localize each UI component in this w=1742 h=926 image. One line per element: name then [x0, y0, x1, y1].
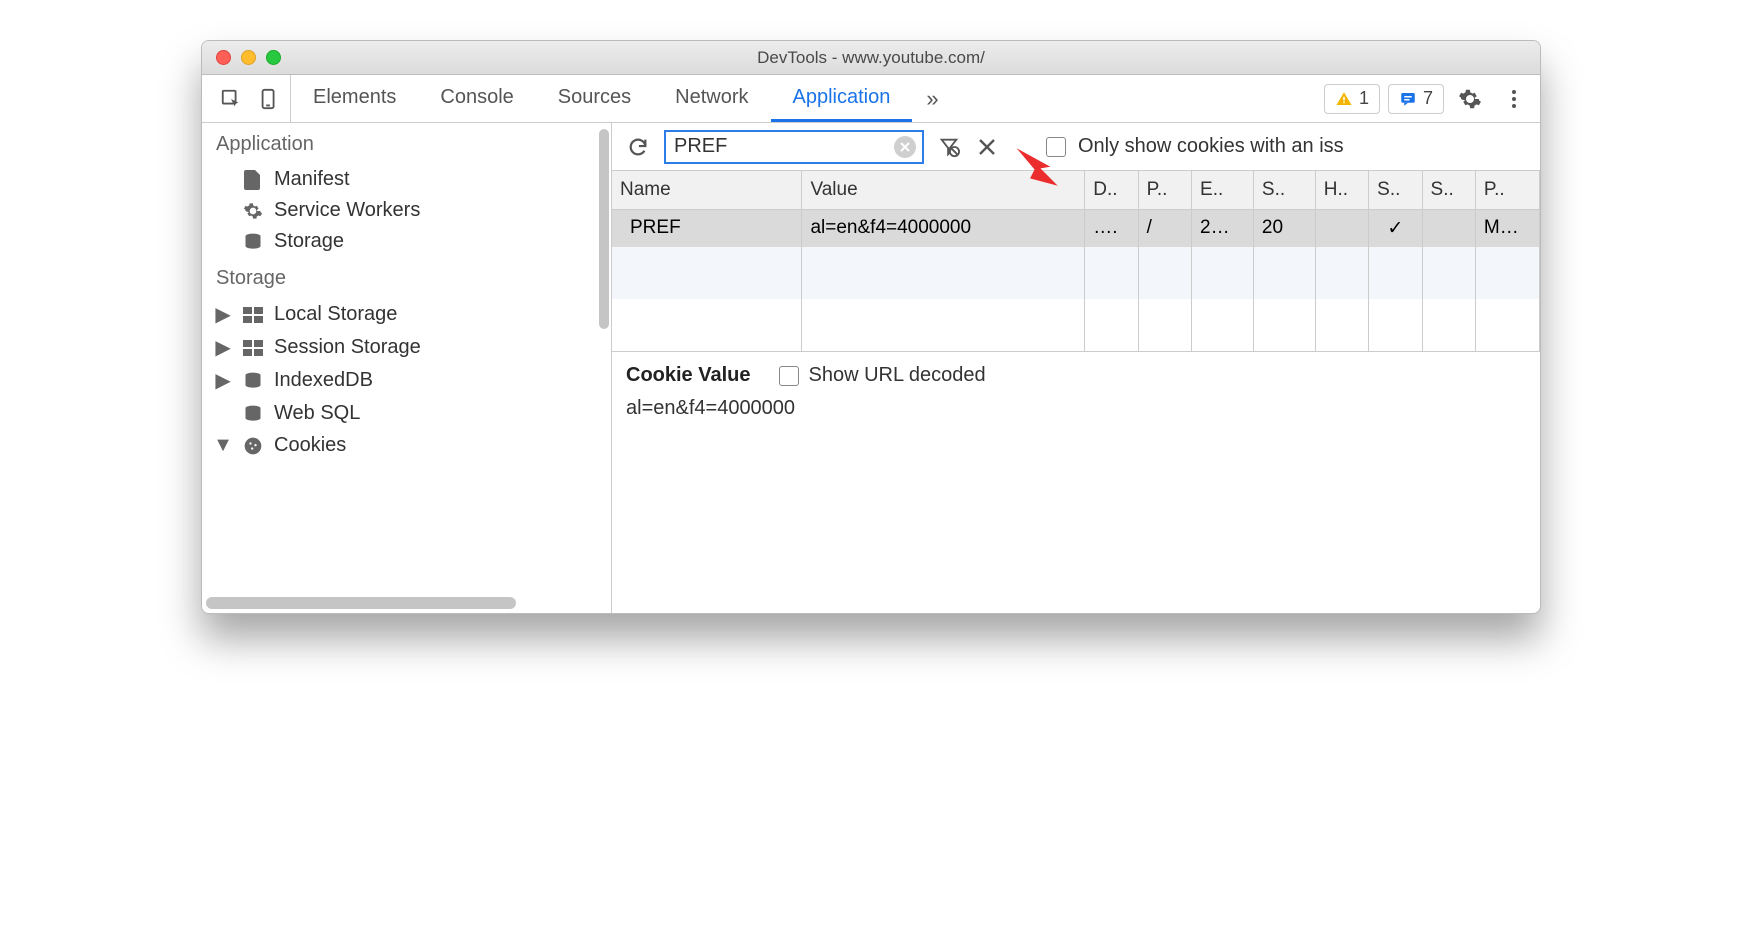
database-icon	[242, 370, 264, 392]
cookies-table: Name Value D.. P.. E.. S.. H.. S.. S.. P…	[612, 171, 1540, 352]
show-url-decoded-label: Show URL decoded	[809, 364, 986, 387]
cookie-icon	[242, 435, 264, 457]
cell-name: PREF	[612, 209, 802, 247]
window-title: DevTools - www.youtube.com/	[202, 48, 1540, 68]
sidebar-item-label: IndexedDB	[274, 369, 373, 392]
sidebar-vscrollbar[interactable]	[597, 123, 611, 613]
col-name[interactable]: Name	[612, 171, 802, 209]
col-secure[interactable]: S..	[1369, 171, 1422, 209]
col-value[interactable]: Value	[802, 171, 1085, 209]
application-sidebar: Application Manifest Service Workers Sto…	[202, 123, 612, 613]
table-row-empty	[612, 299, 1540, 351]
only-issues-label: Only show cookies with an iss	[1078, 135, 1344, 158]
gear-icon	[242, 200, 264, 222]
file-icon	[242, 169, 264, 191]
sidebar-item-indexeddb[interactable]: ▶ IndexedDB	[202, 364, 611, 397]
cell-domain: ….	[1085, 209, 1138, 247]
clear-filter-icon[interactable]	[894, 136, 916, 158]
col-priority[interactable]: P..	[1475, 171, 1539, 209]
caret-down-icon: ▼	[216, 434, 230, 457]
only-issues-checkbox[interactable]	[1046, 137, 1066, 157]
clear-all-icon[interactable]	[936, 134, 962, 160]
warnings-badge[interactable]: 1	[1324, 84, 1380, 114]
messages-count: 7	[1423, 88, 1433, 109]
caret-right-icon: ▶	[216, 335, 230, 360]
sidebar-item-service-workers[interactable]: Service Workers	[202, 195, 611, 226]
tab-network[interactable]: Network	[653, 75, 770, 122]
cell-httponly	[1315, 209, 1368, 247]
sidebar-item-websql[interactable]: ▶ Web SQL	[202, 397, 611, 430]
filter-text[interactable]	[674, 135, 914, 158]
cell-priority: M…	[1475, 209, 1539, 247]
message-icon	[1399, 90, 1417, 108]
cookie-value-text: al=en&f4=4000000	[626, 397, 1526, 420]
grid-icon	[242, 337, 264, 359]
sidebar-item-storage[interactable]: Storage	[202, 226, 611, 257]
cell-value: al=en&f4=4000000	[802, 209, 1085, 247]
cookies-pane: Only show cookies with an iss Name	[612, 123, 1540, 613]
sidebar-item-label: Web SQL	[274, 402, 360, 425]
table-row[interactable]: PREF al=en&f4=4000000 …. / 2… 20 ✓ M…	[612, 209, 1540, 247]
sidebar-item-label: Local Storage	[274, 303, 397, 326]
more-options-button[interactable]	[1496, 87, 1532, 111]
caret-right-icon: ▶	[216, 302, 230, 327]
cell-size: 20	[1253, 209, 1315, 247]
cookies-toolbar: Only show cookies with an iss	[612, 123, 1540, 171]
devtools-tabstrip: Elements Console Sources Network Applica…	[202, 75, 1540, 123]
table-header-row: Name Value D.. P.. E.. S.. H.. S.. S.. P…	[612, 171, 1540, 209]
warning-icon	[1335, 90, 1353, 108]
warnings-count: 1	[1359, 88, 1369, 109]
grid-icon	[242, 304, 264, 326]
tab-application[interactable]: Application	[771, 75, 913, 122]
filter-input[interactable]	[664, 130, 924, 164]
tab-console[interactable]: Console	[418, 75, 535, 122]
device-toggle-icon[interactable]	[258, 88, 280, 110]
messages-badge[interactable]: 7	[1388, 84, 1444, 114]
cell-secure: ✓	[1369, 209, 1422, 247]
sidebar-item-label: Manifest	[274, 168, 350, 191]
col-path[interactable]: P..	[1138, 171, 1191, 209]
tab-elements[interactable]: Elements	[291, 75, 418, 122]
main-area: Application Manifest Service Workers Sto…	[202, 123, 1540, 613]
col-expires[interactable]: E..	[1192, 171, 1254, 209]
delete-icon[interactable]	[974, 134, 1000, 160]
sidebar-item-cookies[interactable]: ▼ Cookies	[202, 430, 611, 461]
cell-path: /	[1138, 209, 1191, 247]
col-size[interactable]: S..	[1253, 171, 1315, 209]
more-tabs-button[interactable]: »	[912, 86, 952, 112]
sidebar-item-label: Session Storage	[274, 336, 421, 359]
cell-samesite	[1422, 209, 1475, 247]
col-domain[interactable]: D..	[1085, 171, 1138, 209]
refresh-button[interactable]	[624, 133, 652, 161]
show-url-decoded-checkbox[interactable]	[779, 366, 799, 386]
section-header-storage: Storage	[202, 257, 611, 298]
sidebar-hscrollbar[interactable]	[206, 597, 516, 609]
tab-sources[interactable]: Sources	[536, 75, 653, 122]
section-header-application: Application	[202, 123, 611, 164]
sidebar-item-label: Cookies	[274, 434, 346, 457]
sidebar-item-label: Storage	[274, 230, 344, 253]
caret-right-icon: ▶	[216, 368, 230, 393]
devtools-window: DevTools - www.youtube.com/ Elements Con…	[201, 40, 1541, 614]
inspect-icon[interactable]	[220, 88, 242, 110]
col-httponly[interactable]: H..	[1315, 171, 1368, 209]
database-icon	[242, 231, 264, 253]
sidebar-item-manifest[interactable]: Manifest	[202, 164, 611, 195]
table-row-empty	[612, 247, 1540, 299]
detail-title: Cookie Value	[626, 364, 751, 387]
titlebar: DevTools - www.youtube.com/	[202, 41, 1540, 75]
cookie-detail: Cookie Value Show URL decoded al=en&f4=4…	[612, 352, 1540, 432]
sidebar-item-session-storage[interactable]: ▶ Session Storage	[202, 331, 611, 364]
database-icon	[242, 403, 264, 425]
panel-tabs: Elements Console Sources Network Applica…	[291, 75, 912, 122]
sidebar-item-local-storage[interactable]: ▶ Local Storage	[202, 298, 611, 331]
sidebar-item-label: Service Workers	[274, 199, 420, 222]
settings-button[interactable]	[1444, 87, 1496, 111]
col-samesite[interactable]: S..	[1422, 171, 1475, 209]
cell-expires: 2…	[1192, 209, 1254, 247]
